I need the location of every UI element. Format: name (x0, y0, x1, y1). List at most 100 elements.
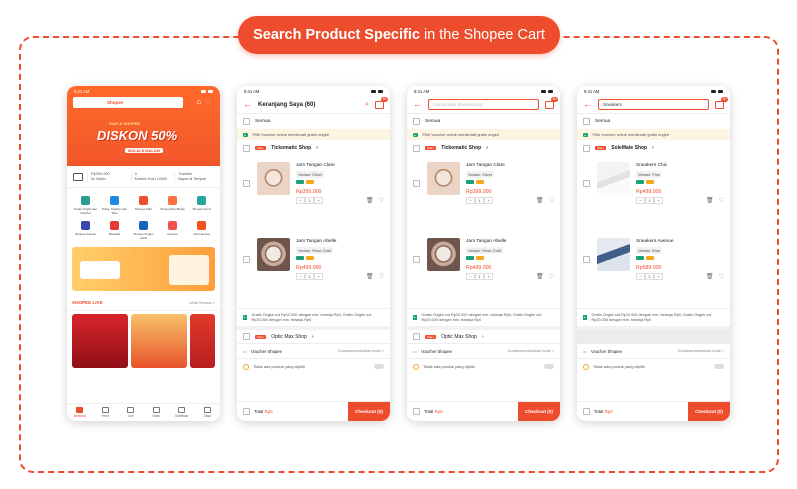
quantity-stepper[interactable]: −1 + (296, 273, 323, 280)
variant-select[interactable]: Variasi: Blue (636, 247, 663, 254)
shop-checkbox[interactable] (413, 144, 420, 152)
variant-select[interactable]: Variasi: Pink (636, 171, 662, 178)
product-image[interactable] (427, 238, 460, 271)
product-image[interactable] (257, 238, 290, 271)
shop-checkbox[interactable] (243, 144, 250, 152)
promo-card[interactable] (72, 247, 215, 291)
voucher-banner[interactable]: ▸ Pilih Voucher untuk menikmati gratis on… (237, 129, 390, 140)
wallet-bar[interactable]: Rp300.000 Isi Saldo 0 Koleksi Koin 10000 T… (67, 166, 220, 188)
voucher-row[interactable]: ▭ Voucher Shopee Gunakan/masukkan kode > (577, 344, 730, 359)
variant-select[interactable]: Variasi: Silver (296, 171, 325, 178)
coin-toggle[interactable] (714, 364, 724, 369)
menu-item[interactable]: Shopee Food (188, 196, 215, 215)
menu-item[interactable]: ShopeePay Bisnis (159, 196, 186, 215)
back-arrow-icon[interactable]: ← (243, 100, 252, 109)
product-name[interactable]: Jam Tangan Abelle (466, 239, 506, 244)
quantity-value[interactable]: 1 (645, 273, 654, 280)
home-search-input[interactable]: Shopee (73, 97, 183, 108)
plus-button[interactable]: + (484, 197, 493, 204)
quantity-stepper[interactable]: −1 + (296, 197, 323, 204)
voucher-banner[interactable]: ▸ Pilih Voucher untuk menikmati gratis on… (577, 129, 730, 140)
trash-icon[interactable]: 🗑 (706, 197, 714, 204)
menu-item[interactable]: Pulsa, Tagihan dan Tiket (101, 196, 128, 215)
home-banner[interactable]: 9:41 AM Shopee ⌂◌ SIAP & SHOPEE DISKON 5… (67, 86, 220, 166)
trash-icon[interactable]: 🗑 (536, 273, 544, 280)
shop-name[interactable]: Tickomatic Shop (441, 145, 481, 151)
quantity-value[interactable]: 1 (305, 197, 314, 204)
product-name[interactable]: Jam Tangan Clare (296, 163, 335, 168)
heart-icon[interactable]: ♡ (379, 197, 384, 204)
shop-checkbox[interactable] (243, 333, 250, 340)
shop-name[interactable]: Optic Max Shop (271, 334, 307, 340)
heart-icon[interactable]: ♡ (549, 197, 554, 204)
plus-button[interactable]: + (654, 197, 663, 204)
back-arrow-icon[interactable]: ← (583, 100, 592, 109)
select-all-checkbox[interactable] (243, 118, 250, 125)
scan-icon[interactable] (73, 172, 83, 181)
shop-name[interactable]: Tickomatic Shop (271, 145, 311, 151)
heart-icon[interactable]: ♡ (549, 273, 554, 280)
voucher-row[interactable]: ▭ Voucher Shopee Gunakan/masukkan kode > (237, 344, 390, 359)
free-shipping-info[interactable]: ▸ Gratis Ongkir s/d Rp10.000 dengan min. … (237, 308, 390, 330)
tab-video[interactable]: Video (144, 404, 170, 421)
item-checkbox[interactable] (243, 256, 250, 263)
quantity-stepper[interactable]: −1 + (466, 197, 493, 204)
minus-button[interactable]: − (296, 197, 305, 204)
free-shipping-info[interactable]: ▸ Gratis Ongkir s/d Rp10.000 dengan min. … (407, 308, 560, 330)
menu-item[interactable]: Shopee Pinjam Lebih (130, 221, 157, 240)
cart-search-input[interactable]: Sneakers (598, 99, 709, 110)
heart-icon[interactable]: ♡ (719, 197, 724, 204)
quantity-value[interactable]: 1 (475, 197, 484, 204)
quantity-value[interactable]: 1 (305, 273, 314, 280)
quantity-stepper[interactable]: −1 + (636, 197, 663, 204)
wallet-coins[interactable]: 0 Koleksi Koin 10000 (130, 171, 171, 182)
minus-button[interactable]: − (636, 197, 645, 204)
product-name[interactable]: Sneakers Avenue (636, 239, 674, 244)
menu-item[interactable]: Voucher (159, 221, 186, 240)
select-all-footer-checkbox[interactable] (583, 408, 590, 415)
minus-button[interactable]: − (466, 197, 475, 204)
shop-name[interactable]: Optic Max Shop (441, 334, 477, 340)
item-checkbox[interactable] (583, 180, 590, 187)
tab-notifications[interactable]: Notifikasi (169, 404, 195, 421)
tab-me[interactable]: Saya (195, 404, 221, 421)
variant-select[interactable]: Variasi: Rose Gold (296, 247, 334, 254)
tab-feed[interactable]: Feed (93, 404, 119, 421)
item-checkbox[interactable] (583, 256, 590, 263)
live-card[interactable] (130, 314, 187, 368)
tab-live[interactable]: Live (118, 404, 144, 421)
item-checkbox[interactable] (413, 180, 420, 187)
chat-icon[interactable] (545, 96, 558, 109)
checkout-button[interactable]: Checkout (0) (348, 402, 390, 421)
voucher-banner[interactable]: ▸ Pilih Voucher untuk menikmati gratis on… (407, 129, 560, 140)
product-image[interactable] (597, 238, 630, 271)
heart-icon[interactable]: ♡ (719, 273, 724, 280)
plus-button[interactable]: + (314, 197, 323, 204)
select-all-checkbox[interactable] (413, 118, 420, 125)
chat-icon[interactable] (375, 96, 388, 109)
item-checkbox[interactable] (413, 256, 420, 263)
variant-select[interactable]: Variasi: Rose Gold (466, 247, 504, 254)
product-name[interactable]: Jam Tangan Clare (466, 163, 505, 168)
live-more-link[interactable]: Lihat Semua > (189, 300, 215, 305)
home-header-icons[interactable]: ⌂◌ (196, 97, 214, 106)
wallet-balance[interactable]: Rp300.000 Isi Saldo (87, 171, 127, 182)
trash-icon[interactable]: 🗑 (706, 273, 714, 280)
menu-item[interactable]: Shopee Mart (130, 196, 157, 215)
coin-toggle[interactable] (374, 364, 384, 369)
product-image[interactable] (597, 162, 630, 195)
live-card[interactable] (189, 314, 215, 368)
menu-item[interactable]: Berubah (101, 221, 128, 240)
checkout-button[interactable]: Checkout (0) (688, 402, 730, 421)
tab-home[interactable]: Beranda (67, 404, 93, 421)
quantity-value[interactable]: 1 (645, 197, 654, 204)
variant-select[interactable]: Variasi: Silver (466, 171, 495, 178)
minus-button[interactable]: − (466, 273, 475, 280)
shop-name[interactable]: SoleMate Shop (611, 145, 647, 151)
menu-item[interactable]: Lihat Semua (188, 221, 215, 240)
shop-checkbox[interactable] (413, 333, 420, 340)
cart-search-input[interactable]: Cari produk di keranjang (428, 99, 539, 110)
product-name[interactable]: Jam Tangan Abelle (296, 239, 336, 244)
plus-button[interactable]: + (314, 273, 323, 280)
voucher-row[interactable]: ▭ Voucher Shopee Gunakan/masukkan kode > (407, 344, 560, 359)
